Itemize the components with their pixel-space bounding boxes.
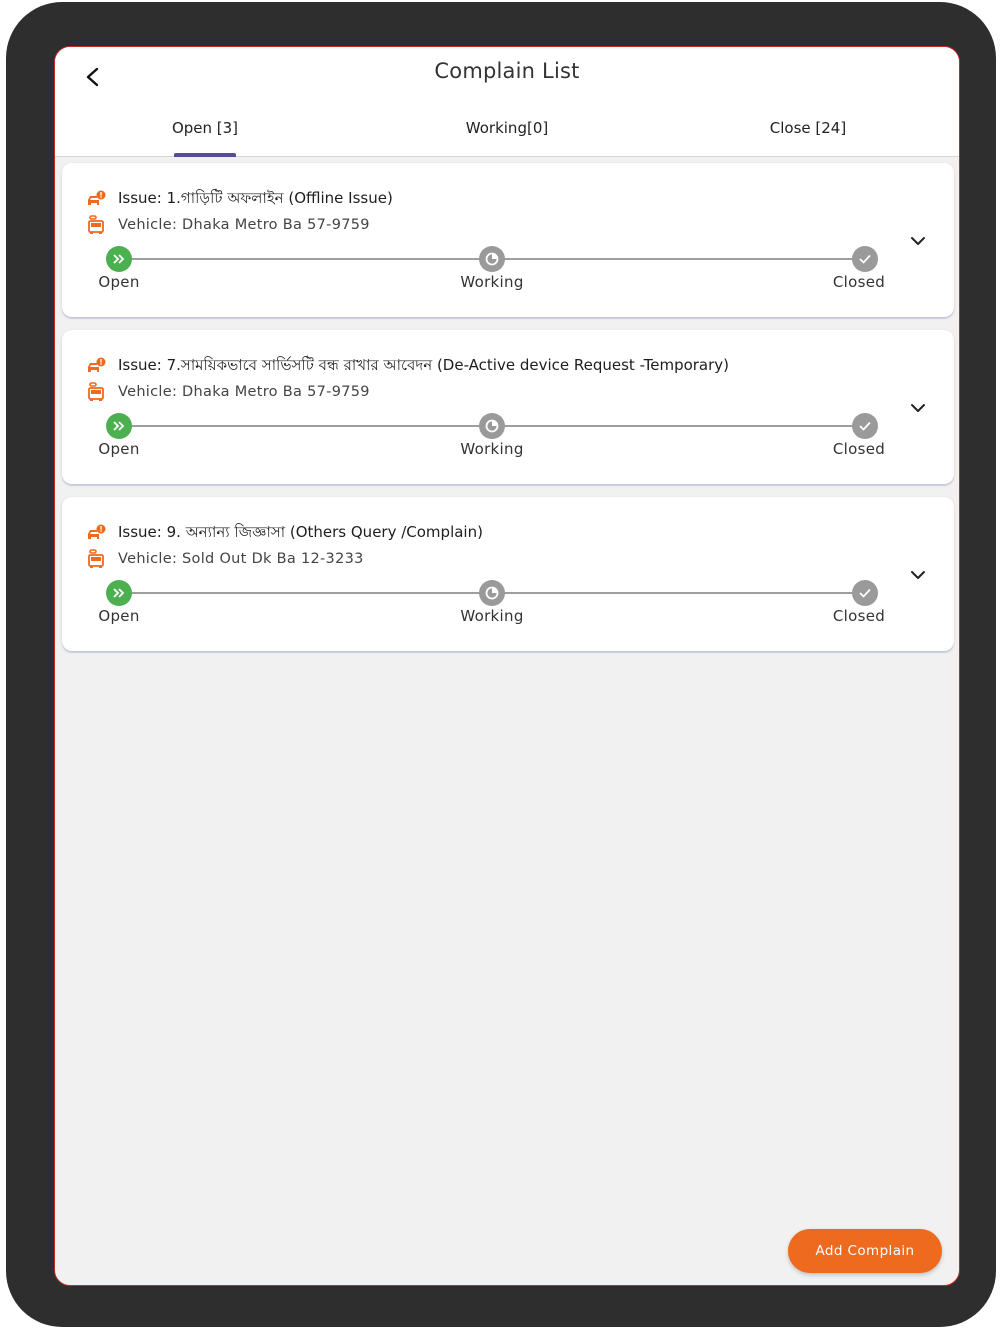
vehicle-text: Vehicle: Dhaka Metro Ba 57-9759 (118, 217, 370, 233)
step-working-marker (479, 246, 505, 272)
add-complain-button[interactable]: Add Complain (788, 1229, 942, 1273)
double-chevron-right-icon (113, 421, 125, 431)
chevron-down-icon (911, 404, 925, 412)
car-alert-icon (86, 357, 106, 377)
issue-title: Issue: 7.সাময়িকভাবে সার্ভিসটি বন্ধ রাখা… (118, 356, 730, 374)
double-chevron-right-icon (113, 254, 125, 264)
app-screen: Complain List Open [3] Working[0] Close … (54, 46, 960, 1286)
vehicle-row: Vehicle: Sold Out Dk Ba 12-3233 (86, 549, 364, 569)
issue-title: Issue: 1.গাড়িটি অফলাইন (Offline Issue) (118, 189, 393, 207)
bus-icon (86, 549, 106, 569)
chevron-down-icon (911, 237, 925, 245)
issue-row: Issue: 1.গাড়িটি অফলাইন (Offline Issue) (86, 187, 393, 212)
tab-open-label: Open [3] (171, 119, 239, 137)
progress-clock-icon (485, 586, 499, 600)
tab-close-label: Close [24] (769, 119, 847, 137)
step-open-label: Open (98, 440, 140, 458)
bus-icon (86, 215, 106, 235)
step-closed-marker (852, 413, 878, 439)
vehicle-row: Vehicle: Dhaka Metro Ba 57-9759 (86, 215, 370, 235)
tab-working-label: Working[0] (465, 119, 549, 137)
progress-clock-icon (485, 252, 499, 266)
step-working-marker (479, 580, 505, 606)
check-icon (859, 421, 871, 431)
complaint-card[interactable]: Issue: 9. অন্যান্য জিজ্ঞাসা (Others Quer… (62, 497, 954, 651)
chevron-down-icon (911, 571, 925, 579)
issue-title: Issue: 9. অন্যান্য জিজ্ঞাসা (Others Quer… (118, 523, 483, 541)
step-working-label: Working (460, 607, 524, 625)
issue-row: Issue: 7.সাময়িকভাবে সার্ভিসটি বন্ধ রাখা… (86, 354, 729, 379)
step-open-label: Open (98, 607, 140, 625)
car-alert-icon (86, 190, 106, 210)
double-chevron-right-icon (113, 588, 125, 598)
tab-open[interactable]: Open [3] (155, 113, 255, 157)
step-working-marker (479, 413, 505, 439)
step-closed-marker (852, 580, 878, 606)
step-open-marker (106, 246, 132, 272)
expand-button[interactable] (906, 563, 930, 587)
vehicle-row: Vehicle: Dhaka Metro Ba 57-9759 (86, 382, 370, 402)
status-tabs: Open [3] Working[0] Close [24] (55, 113, 959, 157)
step-working-label: Working (460, 273, 524, 291)
step-closed-label: Closed (832, 440, 886, 458)
app-bar: Complain List Open [3] Working[0] Close … (55, 47, 959, 157)
progress-clock-icon (485, 419, 499, 433)
step-open-marker (106, 413, 132, 439)
step-open-marker (106, 580, 132, 606)
expand-button[interactable] (906, 396, 930, 420)
tab-working[interactable]: Working[0] (455, 113, 559, 157)
complaint-card[interactable]: Issue: 1.গাড়িটি অফলাইন (Offline Issue) … (62, 163, 954, 317)
step-open-label: Open (98, 273, 140, 291)
expand-button[interactable] (906, 229, 930, 253)
tablet-frame: Complain List Open [3] Working[0] Close … (6, 2, 996, 1327)
step-closed-label: Closed (832, 273, 886, 291)
bus-icon (86, 382, 106, 402)
complaint-card[interactable]: Issue: 7.সাময়িকভাবে সার্ভিসটি বন্ধ রাখা… (62, 330, 954, 484)
check-icon (859, 588, 871, 598)
issue-row: Issue: 9. অন্যান্য জিজ্ঞাসা (Others Quer… (86, 521, 483, 546)
check-icon (859, 254, 871, 264)
page-title: Complain List (434, 59, 580, 83)
tab-close[interactable]: Close [24] (755, 113, 861, 157)
car-alert-icon (86, 524, 106, 544)
active-tab-indicator (174, 153, 236, 157)
step-closed-marker (852, 246, 878, 272)
vehicle-text: Vehicle: Dhaka Metro Ba 57-9759 (118, 384, 370, 400)
step-working-label: Working (460, 440, 524, 458)
step-closed-label: Closed (832, 607, 886, 625)
vehicle-text: Vehicle: Sold Out Dk Ba 12-3233 (118, 551, 364, 567)
